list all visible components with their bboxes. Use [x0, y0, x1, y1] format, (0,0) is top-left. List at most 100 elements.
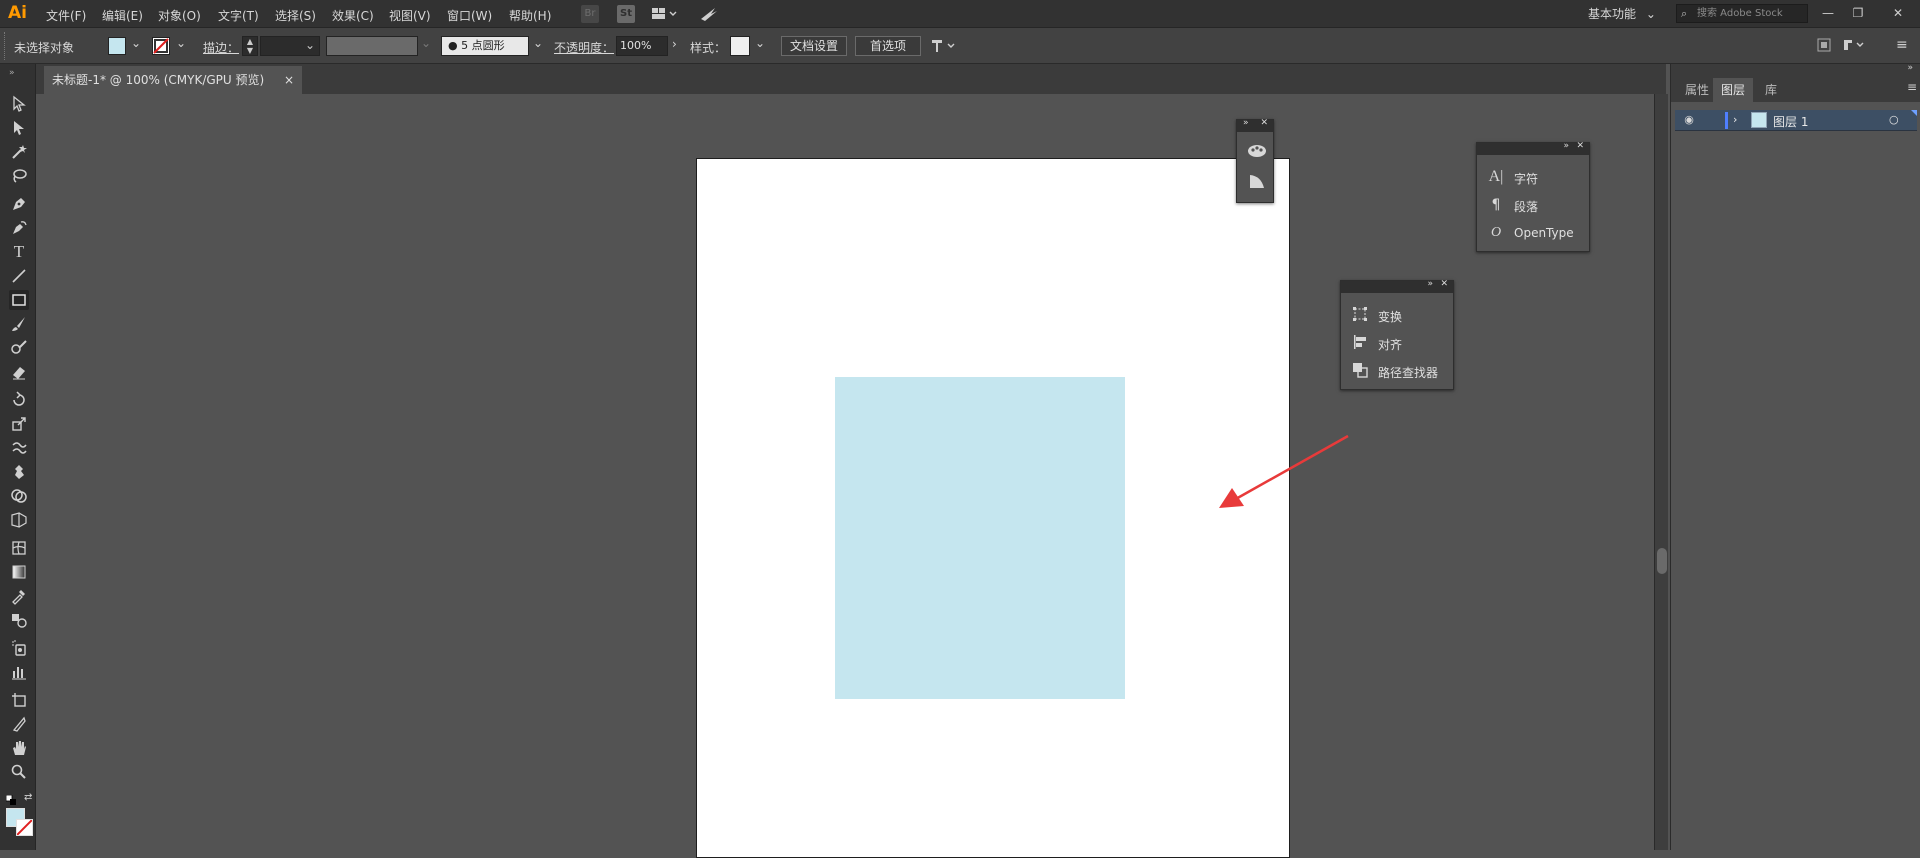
workspace-switcher[interactable]: 基本功能 ⌄ — [1588, 5, 1656, 22]
variable-width-profile[interactable] — [326, 36, 418, 56]
stroke-label[interactable]: 描边： — [203, 39, 239, 56]
collapse-icon[interactable]: » — [1243, 118, 1249, 128]
menu-view[interactable]: 视图(V) — [389, 7, 431, 24]
curvature-tool-icon[interactable] — [9, 218, 29, 238]
swap-colors-icon[interactable]: ⇄ — [24, 792, 32, 803]
chevron-right-icon[interactable]: › — [672, 37, 677, 51]
chevron-down-icon[interactable]: ⌄ — [176, 36, 186, 50]
dock-header[interactable]: » — [1671, 63, 1920, 78]
menu-file[interactable]: 文件(F) — [46, 7, 86, 24]
rotate-tool-icon[interactable] — [9, 390, 29, 410]
rectangle-object[interactable] — [835, 377, 1125, 699]
perspective-grid-tool-icon[interactable] — [9, 510, 29, 530]
bridge-icon[interactable]: Br — [581, 5, 599, 23]
opentype-panel-item[interactable]: O OpenType — [1477, 221, 1589, 245]
paragraph-panel-item[interactable]: ¶ 段落 — [1477, 193, 1589, 217]
preferences-button[interactable]: 首选项 — [855, 36, 921, 56]
hand-tool-icon[interactable] — [9, 738, 29, 758]
collapse-tools-icon[interactable]: » — [9, 68, 15, 78]
chevron-down-icon[interactable]: ⌄ — [131, 36, 141, 50]
line-segment-tool-icon[interactable] — [9, 266, 29, 286]
opacity-label[interactable]: 不透明度： — [554, 39, 614, 56]
menu-select[interactable]: 选择(S) — [275, 7, 316, 24]
transform-panel-item[interactable]: 变换 — [1341, 303, 1453, 327]
layer-name[interactable]: 图层 1 — [1773, 113, 1808, 130]
warp-tool-icon[interactable] — [9, 438, 29, 458]
close-icon[interactable]: ✕ — [1440, 279, 1448, 289]
type-tool-icon[interactable]: T — [9, 242, 29, 262]
pathfinder-panel-item[interactable]: 路径查找器 — [1341, 359, 1453, 383]
menu-window[interactable]: 窗口(W) — [447, 7, 492, 24]
menu-help[interactable]: 帮助(H) — [509, 7, 551, 24]
column-graph-tool-icon[interactable] — [9, 662, 29, 682]
chevron-down-icon[interactable]: ⌄ — [755, 36, 765, 50]
layer-row[interactable]: ◉ › 图层 1 ○ — [1675, 110, 1917, 131]
lasso-tool-icon[interactable] — [9, 166, 29, 186]
brushes-icon[interactable] — [1247, 172, 1267, 193]
collapse-dock-icon[interactable]: » — [1907, 63, 1913, 73]
menu-effect[interactable]: 效果(C) — [332, 7, 374, 24]
panel-header[interactable]: » ✕ — [1237, 118, 1273, 132]
transform-options-icon[interactable] — [1842, 37, 1868, 56]
shaper-tool-icon[interactable] — [9, 338, 29, 358]
chevron-right-icon[interactable]: › — [1733, 113, 1737, 126]
scrollbar-thumb[interactable] — [1657, 548, 1667, 574]
align-panel-item[interactable]: 对齐 — [1341, 331, 1453, 355]
paintbrush-tool-icon[interactable] — [9, 314, 29, 334]
character-panel-item[interactable]: A| 字符 — [1477, 165, 1589, 189]
mesh-tool-icon[interactable] — [9, 538, 29, 558]
close-icon[interactable]: ✕ — [1576, 141, 1584, 151]
panel-menu-icon[interactable]: ≡ — [1896, 37, 1908, 53]
restore-button[interactable]: ❐ — [1846, 3, 1870, 23]
gradient-tool-icon[interactable] — [9, 562, 29, 582]
magic-wand-tool-icon[interactable] — [9, 142, 29, 162]
stroke-color-swatch[interactable] — [16, 819, 33, 836]
gpu-performance-icon[interactable] — [699, 5, 719, 26]
stroke-stepper[interactable]: ▲ ▼ — [242, 36, 258, 56]
shape-builder-tool-icon[interactable] — [9, 486, 29, 506]
collapse-icon[interactable]: » — [1563, 141, 1569, 151]
chevron-down-icon[interactable]: ⌄ — [533, 36, 543, 50]
document-setup-button[interactable]: 文档设置 — [781, 36, 847, 56]
visibility-eye-icon[interactable]: ◉ — [1681, 112, 1697, 128]
rectangle-tool-icon[interactable] — [9, 290, 29, 310]
brush-definition[interactable]: ● 5 点圆形 — [441, 36, 529, 56]
menu-edit[interactable]: 编辑(E) — [102, 7, 143, 24]
menu-type[interactable]: 文字(T) — [218, 7, 259, 24]
direct-selection-tool-icon[interactable] — [9, 118, 29, 138]
graphic-style-swatch[interactable] — [730, 36, 750, 56]
swatches-icon[interactable] — [1247, 142, 1267, 163]
close-tab-icon[interactable]: × — [284, 66, 294, 94]
layer-target-icon[interactable]: ○ — [1889, 113, 1899, 126]
vertical-scrollbar[interactable] — [1654, 94, 1668, 850]
panel-header[interactable]: » ✕ — [1341, 279, 1453, 293]
arrange-documents-icon[interactable] — [651, 6, 679, 25]
tab-properties[interactable]: 属性 — [1677, 78, 1717, 102]
panel-menu-icon[interactable]: ≡ — [1907, 80, 1917, 94]
stroke-swatch[interactable] — [152, 37, 170, 55]
eyedropper-tool-icon[interactable] — [9, 586, 29, 606]
slice-tool-icon[interactable] — [9, 714, 29, 734]
zoom-tool-icon[interactable] — [9, 762, 29, 782]
fill-swatch[interactable] — [108, 37, 126, 55]
menu-object[interactable]: 对象(O) — [158, 7, 201, 24]
stock-icon[interactable]: St — [617, 5, 635, 23]
close-button[interactable]: ✕ — [1886, 3, 1910, 23]
document-tab[interactable]: 未标题-1* @ 100% (CMYK/GPU 预览) × — [44, 66, 302, 94]
opacity-field[interactable]: 100% — [616, 36, 668, 56]
control-grip[interactable] — [4, 32, 7, 60]
stroke-weight-field[interactable]: ⌄ — [260, 36, 320, 56]
panel-header[interactable]: » ✕ — [1477, 141, 1589, 155]
align-options-icon[interactable] — [930, 37, 960, 58]
symbol-sprayer-tool-icon[interactable] — [9, 638, 29, 658]
blend-tool-icon[interactable] — [9, 610, 29, 630]
tab-layers[interactable]: 图层 — [1713, 78, 1754, 102]
minimize-button[interactable]: — — [1816, 3, 1840, 23]
arrange-panels-icon[interactable] — [1816, 37, 1832, 56]
close-icon[interactable]: ✕ — [1260, 118, 1268, 128]
stock-search-input[interactable]: ⌕ 搜索 Adobe Stock — [1676, 4, 1808, 23]
artboard-tool-icon[interactable] — [9, 690, 29, 710]
default-colors-icon[interactable] — [5, 794, 16, 808]
pen-tool-icon[interactable] — [9, 194, 29, 214]
tab-libraries[interactable]: 库 — [1757, 78, 1785, 102]
